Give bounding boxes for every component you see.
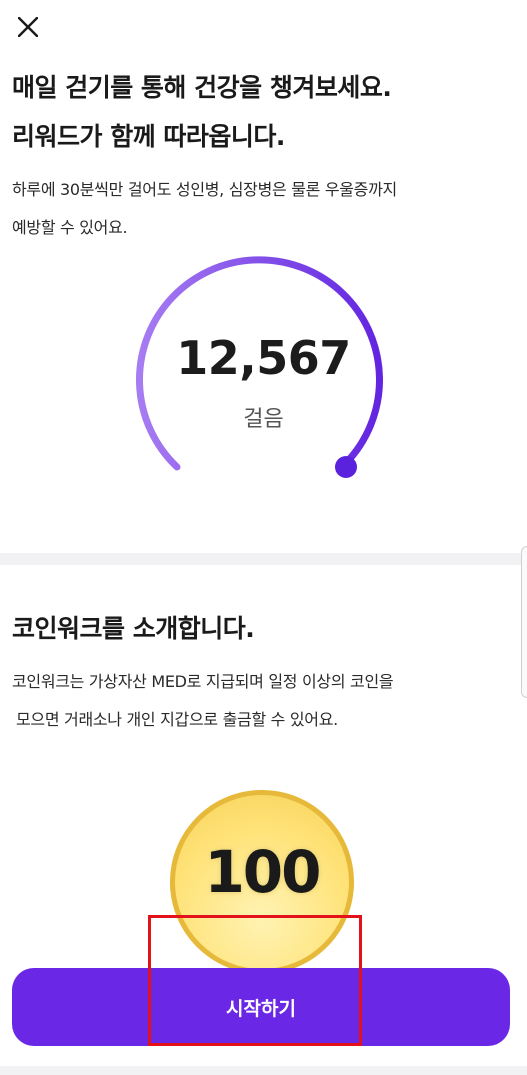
coin-illustration: 100	[170, 790, 354, 974]
coinwalk-desc-line1: 코인워크는 가상자산 MED로 지급되며 일정 이상의 코인을	[12, 672, 394, 691]
gauge-knob	[335, 456, 357, 478]
coinwalk-title: 코인워크를 소개합니다.	[12, 614, 255, 643]
close-button[interactable]	[10, 9, 46, 45]
bottom-bar	[0, 1066, 527, 1075]
start-button[interactable]: 시작하기	[12, 968, 510, 1046]
coin-value: 100	[204, 838, 321, 906]
close-icon	[18, 17, 38, 37]
step-count-unit: 걸음	[243, 407, 284, 432]
intro-desc-line2: 예방할 수 있어요.	[12, 218, 128, 237]
coinwalk-intro-screen: 매일 걷기를 통해 건강을 챙겨보세요. 리워드가 함께 따라옵니다. 하루에 …	[0, 0, 527, 1075]
section-divider	[0, 553, 527, 565]
intro-title-line2: 리워드가 함께 따라옵니다.	[12, 122, 285, 151]
scroll-indicator[interactable]	[521, 546, 527, 698]
step-count-value: 12,567	[176, 331, 351, 385]
intro-desc-line1: 하루에 30분씩만 걸어도 성인병, 심장병은 물론 우울증까지	[12, 180, 397, 199]
intro-title-line1: 매일 걷기를 통해 건강을 챙겨보세요.	[12, 73, 392, 102]
coinwalk-desc-line2: 모으면 거래소나 개인 지갑으로 출금할 수 있어요.	[16, 710, 338, 729]
